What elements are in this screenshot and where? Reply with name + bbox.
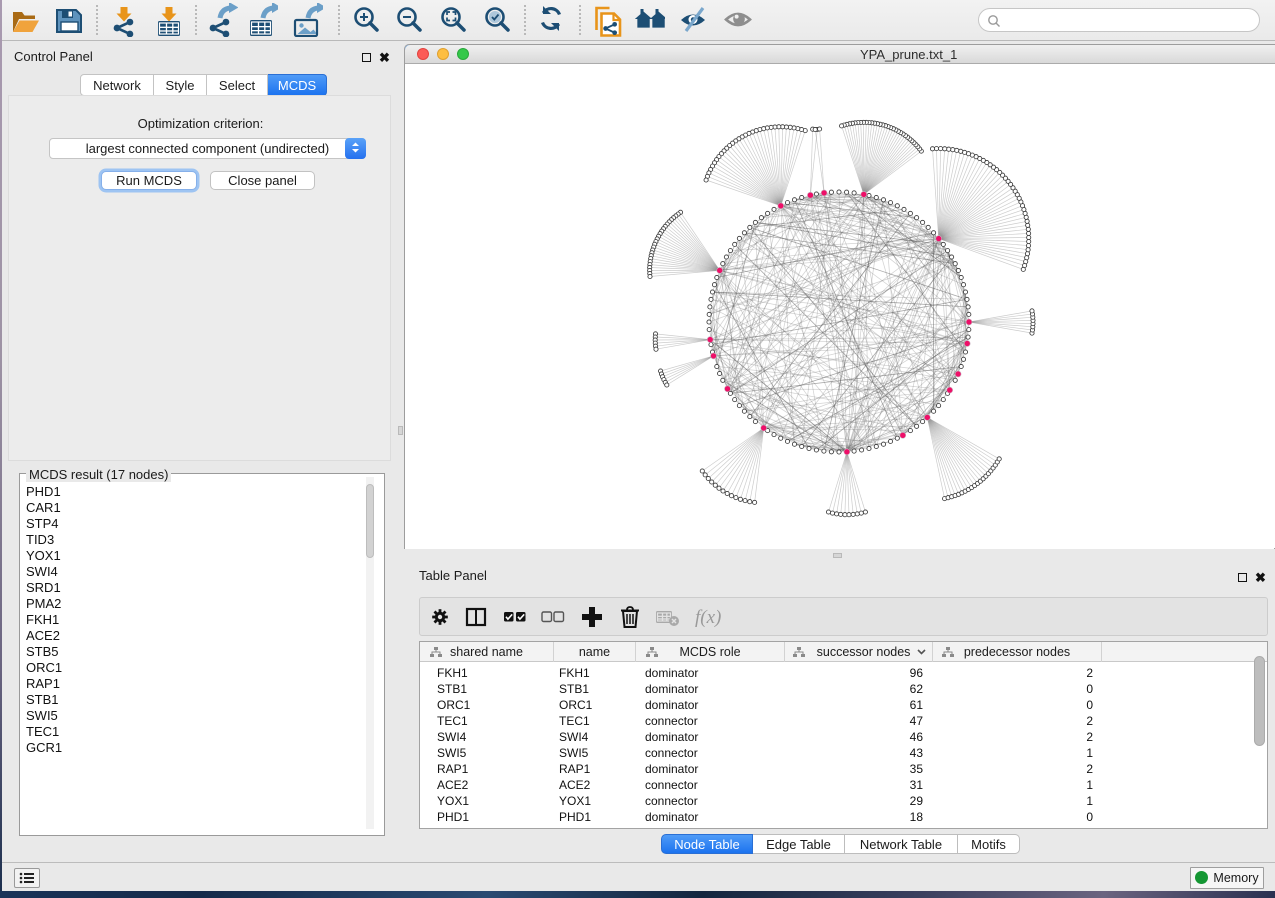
svg-text:f(x): f(x): [695, 607, 721, 628]
